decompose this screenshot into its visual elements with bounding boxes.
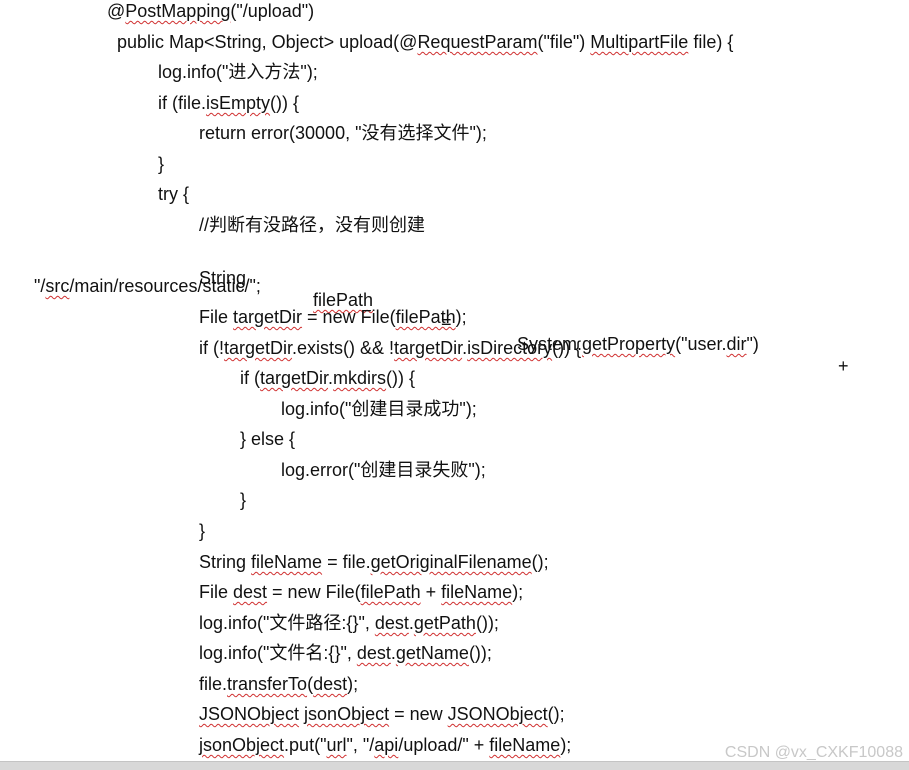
csdn-watermark: CSDN @vx_CXKF10088 <box>724 744 903 761</box>
code-line-7: try { <box>158 184 190 204</box>
code-line-14: log.info("创建目录成功"); <box>281 399 477 419</box>
code-line-10: "/src/main/resources/static/"; <box>34 276 261 296</box>
code-line-18: } <box>199 521 206 541</box>
code-line-9: String filePath = System.getProperty("us… <box>199 268 849 376</box>
code-line-6: } <box>158 154 165 174</box>
code-line-1: @PostMapping("/upload") <box>107 1 315 21</box>
document-page: @PostMapping("/upload") public Map<Strin… <box>0 0 909 770</box>
horizontal-scrollbar[interactable] <box>0 761 909 770</box>
code-line-13: if (targetDir.mkdirs()) { <box>240 368 416 388</box>
code-comment-line: //判断有没路径，没有则创建 <box>199 215 426 235</box>
code-line-22: log.info("文件名:{}", dest.getName()); <box>199 643 492 663</box>
code-line-23: file.transferTo(dest); <box>199 674 359 694</box>
code-line-21: log.info("文件路径:{}", dest.getPath()); <box>199 613 499 633</box>
code-line-17: } <box>240 490 247 510</box>
code-line-4: if (file.isEmpty()) { <box>158 93 300 113</box>
code-line-3: log.info("进入方法"); <box>158 62 318 82</box>
code-line-15: } else { <box>240 429 296 449</box>
code-line-12: if (!targetDir.exists() && !targetDir.is… <box>199 338 582 358</box>
code-line-2: public Map<String, Object> upload(@Reque… <box>117 32 734 52</box>
code-line-24: JSONObject jsonObject = new JSONObject()… <box>199 704 565 724</box>
code-line-11: File targetDir = new File(filePath); <box>199 307 467 327</box>
code-line-5: return error(30000, "没有选择文件"); <box>199 123 487 143</box>
code-line-16: log.error("创建目录失败"); <box>281 460 486 480</box>
code-line-20: File dest = new File(filePath + fileName… <box>199 582 524 602</box>
code-line-19: String fileName = file.getOriginalFilena… <box>199 552 549 572</box>
code-line-25: jsonObject.put("url", "/api/upload/" + f… <box>199 735 572 755</box>
